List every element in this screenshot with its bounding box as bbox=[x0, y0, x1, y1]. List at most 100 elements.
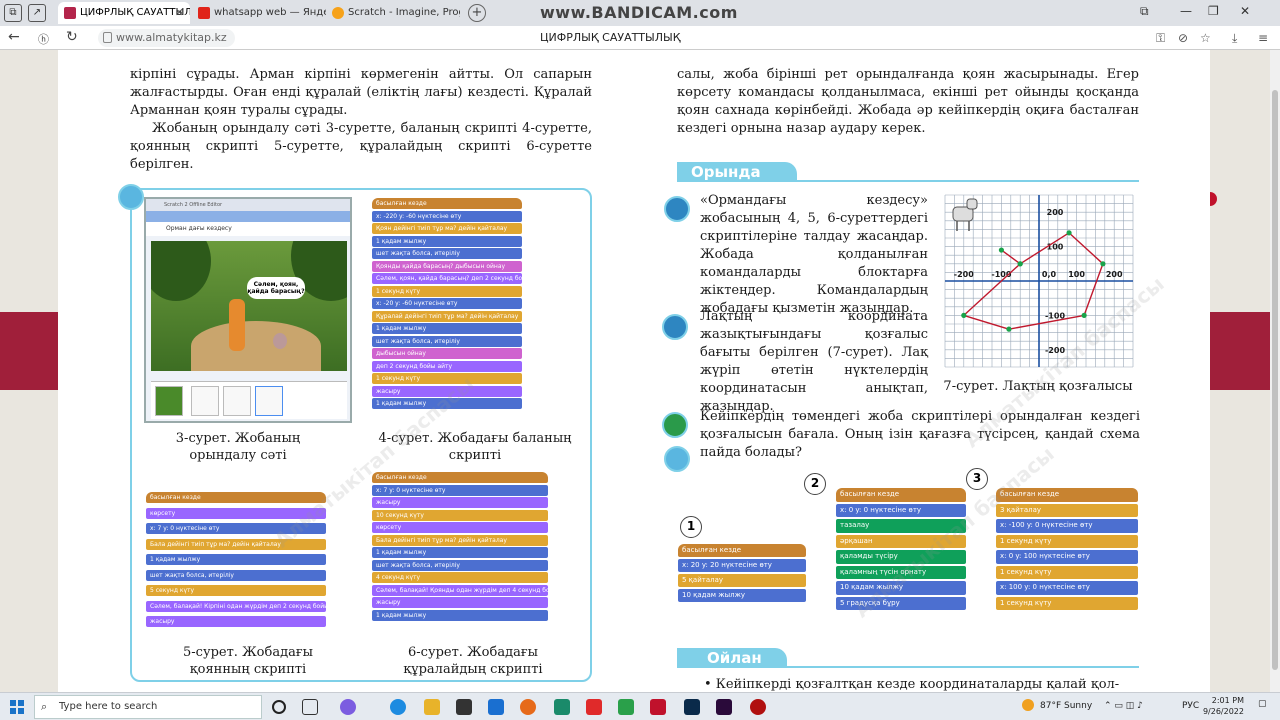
clock[interactable]: 2:01 PM 9/26/2022 bbox=[1200, 695, 1244, 717]
yandex-icon[interactable] bbox=[586, 699, 602, 715]
photoshop-icon[interactable] bbox=[684, 699, 700, 715]
tab-label: Scratch - Imagine, Program bbox=[348, 7, 460, 18]
app-icon[interactable] bbox=[554, 699, 570, 715]
url-text: www.almatykitap.kz bbox=[116, 31, 227, 44]
windows-start-icon[interactable] bbox=[10, 700, 24, 714]
search-placeholder: Type here to search bbox=[59, 701, 158, 712]
tab-active[interactable]: ЦИФРЛЫҚ САУАТТЫЛЫ ✕ bbox=[58, 2, 190, 24]
script-block: басылған кезде bbox=[836, 488, 966, 502]
address-bar: ← ⓗ ↻ www.almatykitap.kz ЦИФРЛЫҚ САУАТТЫ… bbox=[0, 26, 1280, 50]
script-block: 1 секунд күту bbox=[996, 596, 1138, 610]
close-window-icon[interactable]: ✕ bbox=[1240, 4, 1250, 18]
students-icon bbox=[662, 314, 688, 340]
store-icon[interactable] bbox=[456, 699, 472, 715]
task1-text: «Ормандағы кездесу» жобасының 4, 5, 6-су… bbox=[700, 193, 928, 316]
back-icon[interactable]: ← bbox=[8, 29, 20, 45]
tab-whatsapp[interactable]: whatsapp web — Яндекс: bbox=[192, 2, 326, 24]
maximize-icon[interactable]: ❐ bbox=[1208, 4, 1219, 18]
script-number: 2 bbox=[804, 473, 826, 495]
fig5-caption: 5-сурет. Жобадағы қоянның скрипті bbox=[183, 645, 313, 677]
script-block: жасыру bbox=[146, 616, 326, 627]
script-block: шет жақта болса, итеріліу bbox=[372, 248, 522, 259]
script-block: 10 секунд күту bbox=[372, 509, 548, 521]
language-indicator[interactable]: РУС bbox=[1182, 701, 1199, 711]
taskbar-search[interactable]: ⌕ Type here to search bbox=[34, 695, 262, 719]
tab-bar: ⧉ ↗ ЦИФРЛЫҚ САУАТТЫЛЫ ✕ whatsapp web — Я… bbox=[0, 0, 1280, 26]
script-number: 1 bbox=[680, 516, 702, 538]
section-header-oilan: Ойлан bbox=[677, 648, 787, 668]
script-block: 3 қайталау bbox=[996, 503, 1138, 517]
tree bbox=[151, 241, 211, 301]
edge-icon[interactable] bbox=[390, 699, 406, 715]
task-view-icon[interactable] bbox=[302, 699, 318, 715]
page-title: ЦИФРЛЫҚ САУАТТЫЛЫҚ bbox=[540, 31, 681, 44]
weather-text[interactable]: 87°F Sunny bbox=[1040, 701, 1092, 711]
scratch-editor-screenshot: Scratch 2 Offline Editor Орман дағы кезд… bbox=[144, 197, 352, 423]
cortana-icon[interactable] bbox=[272, 700, 286, 714]
tab-scratch[interactable]: Scratch - Imagine, Program bbox=[326, 2, 460, 24]
script-block: x: 0 y: 0 нүктесіне өту bbox=[836, 503, 966, 517]
right-intro: салы, жоба бірінші рет орындалғанда қоян… bbox=[677, 67, 1139, 136]
restore-tabs-icon[interactable]: ⧉ bbox=[1140, 4, 1149, 19]
recorder-watermark: www.BANDICAM.com bbox=[540, 3, 738, 22]
yandex-browser-icon[interactable] bbox=[650, 699, 666, 715]
premiere-icon[interactable] bbox=[716, 699, 732, 715]
section-header-orynda: Орында bbox=[677, 162, 797, 182]
tab-label: whatsapp web — Яндекс: bbox=[214, 7, 326, 18]
url-field[interactable]: www.almatykitap.kz bbox=[98, 29, 235, 47]
y-tick-label: 100 bbox=[1047, 243, 1064, 252]
section-title: Ойлан bbox=[707, 649, 762, 667]
tray-icons[interactable]: ⌃ ▭ ◫ ♪ bbox=[1104, 701, 1143, 711]
record-icon[interactable] bbox=[750, 699, 766, 715]
script-block: Құралай дейінгі тиіп тұр ма? дейін қайта… bbox=[372, 310, 522, 322]
fig3-caption: 3-сурет. Жобаның орындалу сәті bbox=[175, 431, 301, 463]
scratch-cat-icon bbox=[664, 446, 690, 472]
script-block: Сәлем, балақай! Кірпіні одан жүрдім деп … bbox=[146, 600, 326, 612]
minimize-icon[interactable]: — bbox=[1180, 4, 1192, 18]
scroll-thumb[interactable] bbox=[1272, 90, 1278, 670]
close-icon[interactable]: ✕ bbox=[175, 2, 184, 24]
bookmark-icon[interactable]: ☆ bbox=[1200, 31, 1211, 45]
script-block: дыбысын ойнау bbox=[372, 348, 522, 359]
section-title: Орында bbox=[691, 163, 761, 181]
script-block: 1 қадам жылжу bbox=[372, 547, 548, 558]
left-intro: кірпіні сұрады. Арман кірпіні көрмегенін… bbox=[130, 66, 592, 174]
sprite-thumb bbox=[191, 386, 219, 416]
editor-menubar bbox=[146, 211, 350, 222]
file-explorer-icon[interactable] bbox=[424, 699, 440, 715]
workspaces-icon[interactable]: ⧉ bbox=[4, 4, 22, 22]
x-tick-label: 0,0 bbox=[1042, 270, 1057, 279]
search-icon: ⌕ bbox=[41, 700, 48, 713]
path-point bbox=[1066, 230, 1072, 236]
extension-icon[interactable]: ⊘ bbox=[1178, 31, 1188, 45]
left-paragraph-1: кірпіні сұрады. Арман кірпіні көрмегенін… bbox=[130, 67, 592, 118]
reload-icon[interactable]: ↻ bbox=[66, 29, 78, 45]
path-point bbox=[1081, 312, 1087, 318]
new-tab-button[interactable]: + bbox=[468, 4, 486, 22]
task2-text: Лақтың координата жазықтығындағы қозғалы… bbox=[700, 309, 928, 414]
sprite-thumb bbox=[255, 386, 283, 416]
download-icon[interactable]: ⤓ bbox=[1232, 31, 1237, 46]
taskbar: ⌕ Type here to search 87°F Sunny ⌃ ▭ ◫ ♪… bbox=[0, 692, 1280, 720]
path-point bbox=[961, 312, 967, 318]
menu-icon[interactable]: ≡ bbox=[1258, 31, 1268, 45]
firefox-icon[interactable] bbox=[520, 699, 536, 715]
header-rule bbox=[787, 666, 1139, 668]
script-block: 1 қадам жылжу bbox=[372, 609, 548, 621]
scrollbar[interactable] bbox=[1270, 50, 1280, 692]
x-tick-label: -200 bbox=[954, 270, 974, 279]
script-block: 1 секунд күту bbox=[372, 285, 522, 297]
task3-text: Кейіпкердің төмендегі жоба скриптілері о… bbox=[700, 409, 1140, 460]
app-icon[interactable] bbox=[340, 699, 356, 715]
script-block: басылған кезде bbox=[678, 544, 806, 557]
key-icon[interactable]: ⚿ bbox=[1156, 31, 1165, 46]
script-block: x: 7 y: 0 нүктесіне өту bbox=[372, 484, 548, 496]
mail-icon[interactable] bbox=[488, 699, 504, 715]
script-block: Сәлем, балақай! Қоянды одан жүрдім деп 4… bbox=[372, 584, 548, 596]
path-point bbox=[1100, 261, 1106, 267]
notification-icon[interactable]: ▢ bbox=[1258, 699, 1267, 709]
script-block: шет жақта болса, итеріліу bbox=[372, 335, 522, 347]
protect-icon[interactable]: ⓗ bbox=[38, 31, 49, 47]
whatsapp-icon[interactable] bbox=[618, 699, 634, 715]
collections-icon[interactable]: ↗ bbox=[28, 4, 46, 22]
